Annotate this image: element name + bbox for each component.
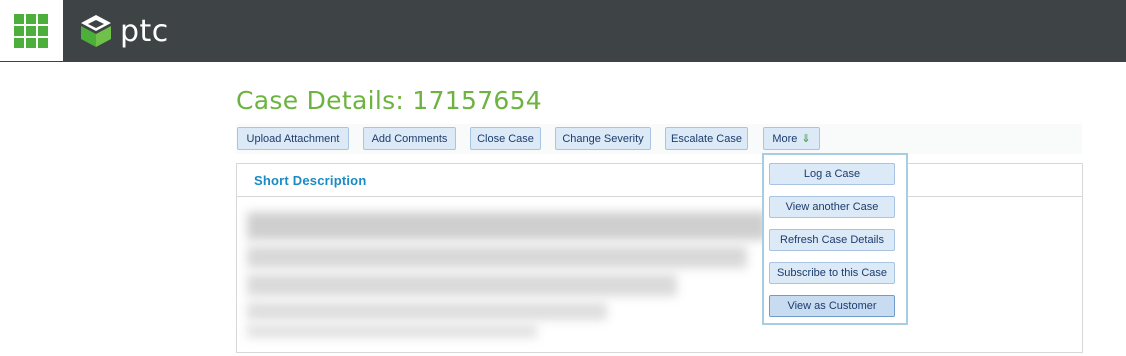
- apps-launcher-button[interactable]: [0, 0, 63, 62]
- ptc-logo[interactable]: ptc: [80, 13, 169, 49]
- menu-item-subscribe-to-case[interactable]: Subscribe to this Case: [769, 262, 895, 284]
- menu-item-view-another-case[interactable]: View another Case: [769, 196, 895, 218]
- panel-title: Short Description: [254, 172, 367, 188]
- ptc-logo-icon: [81, 15, 111, 47]
- page-title: Case Details: 17157654: [236, 86, 543, 115]
- top-header: ptc: [0, 0, 1126, 62]
- change-severity-button[interactable]: Change Severity: [555, 127, 651, 150]
- more-dropdown-menu: Log a Case View another Case Refresh Cas…: [762, 153, 908, 325]
- short-description-panel: Short Description: [236, 163, 1083, 353]
- upload-attachment-button[interactable]: Upload Attachment: [237, 127, 349, 150]
- redacted-text: [247, 212, 767, 240]
- more-label: More: [772, 132, 798, 145]
- arrow-down-icon: ⇓: [801, 133, 811, 145]
- redacted-text: [247, 274, 677, 296]
- close-case-button[interactable]: Close Case: [470, 127, 541, 150]
- add-comments-button[interactable]: Add Comments: [363, 127, 456, 150]
- apps-grid-icon: [14, 14, 48, 48]
- more-button[interactable]: More ⇓: [763, 127, 820, 150]
- redacted-text: [247, 324, 537, 338]
- menu-item-view-as-customer[interactable]: View as Customer: [769, 295, 895, 317]
- redacted-text: [247, 302, 607, 320]
- redacted-text: [247, 246, 747, 268]
- brand-name: ptc: [120, 13, 169, 49]
- menu-item-refresh-case-details[interactable]: Refresh Case Details: [769, 229, 895, 251]
- menu-item-log-a-case[interactable]: Log a Case: [769, 163, 895, 185]
- panel-header: Short Description: [237, 164, 1082, 197]
- escalate-case-button[interactable]: Escalate Case: [665, 127, 748, 150]
